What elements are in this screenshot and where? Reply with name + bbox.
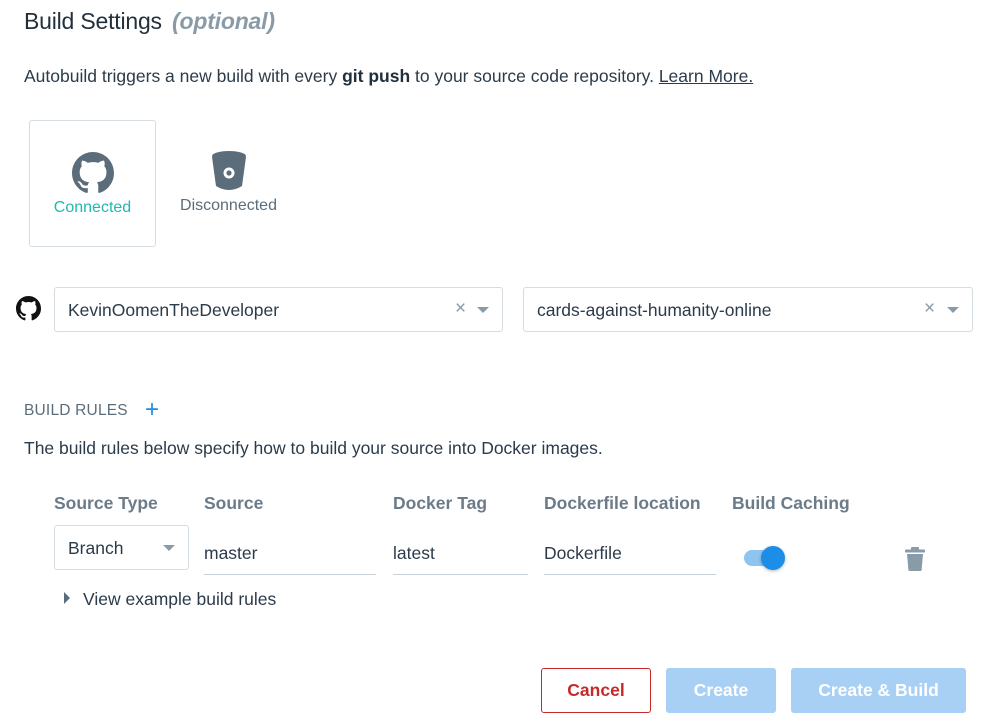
clear-icon[interactable]: ×: [924, 298, 935, 320]
desc-text-after: to your source code repository.: [410, 66, 659, 86]
chevron-down-icon[interactable]: [947, 307, 959, 313]
build-rules-heading: BUILD RULES: [24, 402, 128, 419]
account-select-value: KevinOomenTheDeveloper: [68, 300, 280, 320]
learn-more-link[interactable]: Learn More.: [659, 66, 753, 86]
column-header-source: Source: [204, 493, 264, 513]
add-build-rule-button[interactable]: +: [145, 396, 159, 424]
example-link-label: View example build rules: [83, 589, 277, 609]
chevron-down-icon[interactable]: [163, 545, 175, 551]
column-header-build-caching: Build Caching: [732, 493, 850, 513]
provider-bitbucket-card[interactable]: Disconnected: [165, 120, 292, 247]
chevron-down-icon[interactable]: [477, 307, 489, 313]
dockerfile-location-field[interactable]: [544, 532, 716, 575]
toggle-knob: [761, 546, 785, 570]
page-title-text: Build Settings: [24, 8, 162, 34]
create-and-build-button[interactable]: Create & Build: [791, 668, 966, 713]
provider-github-card[interactable]: Connected: [29, 120, 156, 247]
bitbucket-icon: [210, 150, 248, 197]
source-input[interactable]: [204, 532, 376, 574]
create-button[interactable]: Create: [666, 668, 776, 713]
github-status: Connected: [53, 199, 132, 216]
repository-select[interactable]: cards-against-humanity-online ×: [523, 287, 973, 332]
desc-text-before: Autobuild triggers a new build with ever…: [24, 66, 343, 86]
page-title-optional: (optional): [172, 8, 275, 34]
account-select[interactable]: KevinOomenTheDeveloper ×: [54, 287, 503, 332]
bitbucket-status: Disconnected: [180, 197, 277, 214]
clear-icon[interactable]: ×: [455, 298, 466, 320]
build-caching-toggle[interactable]: [743, 546, 785, 570]
source-type-value: Branch: [68, 538, 124, 558]
build-rules-description: The build rules below specify how to bui…: [24, 438, 603, 458]
source-field[interactable]: [204, 532, 376, 575]
docker-tag-field[interactable]: [393, 532, 528, 575]
github-icon: [71, 152, 114, 199]
page-title: Build Settings (optional): [24, 8, 275, 35]
trash-icon[interactable]: [905, 547, 925, 576]
autobuild-description: Autobuild triggers a new build with ever…: [24, 66, 753, 87]
column-header-source-type: Source Type: [54, 493, 158, 513]
dockerfile-location-input[interactable]: [544, 532, 716, 574]
column-header-dockerfile-location: Dockerfile location: [544, 493, 701, 513]
repository-select-value: cards-against-humanity-online: [537, 300, 772, 320]
github-icon: [16, 296, 41, 326]
desc-bold: git push: [342, 66, 411, 86]
source-type-select[interactable]: Branch: [54, 525, 189, 570]
docker-tag-input[interactable]: [393, 532, 528, 574]
view-example-build-rules-toggle[interactable]: View example build rules: [64, 589, 276, 610]
caret-right-icon: [64, 592, 70, 604]
column-header-docker-tag: Docker Tag: [393, 493, 488, 513]
cancel-button[interactable]: Cancel: [541, 668, 651, 713]
